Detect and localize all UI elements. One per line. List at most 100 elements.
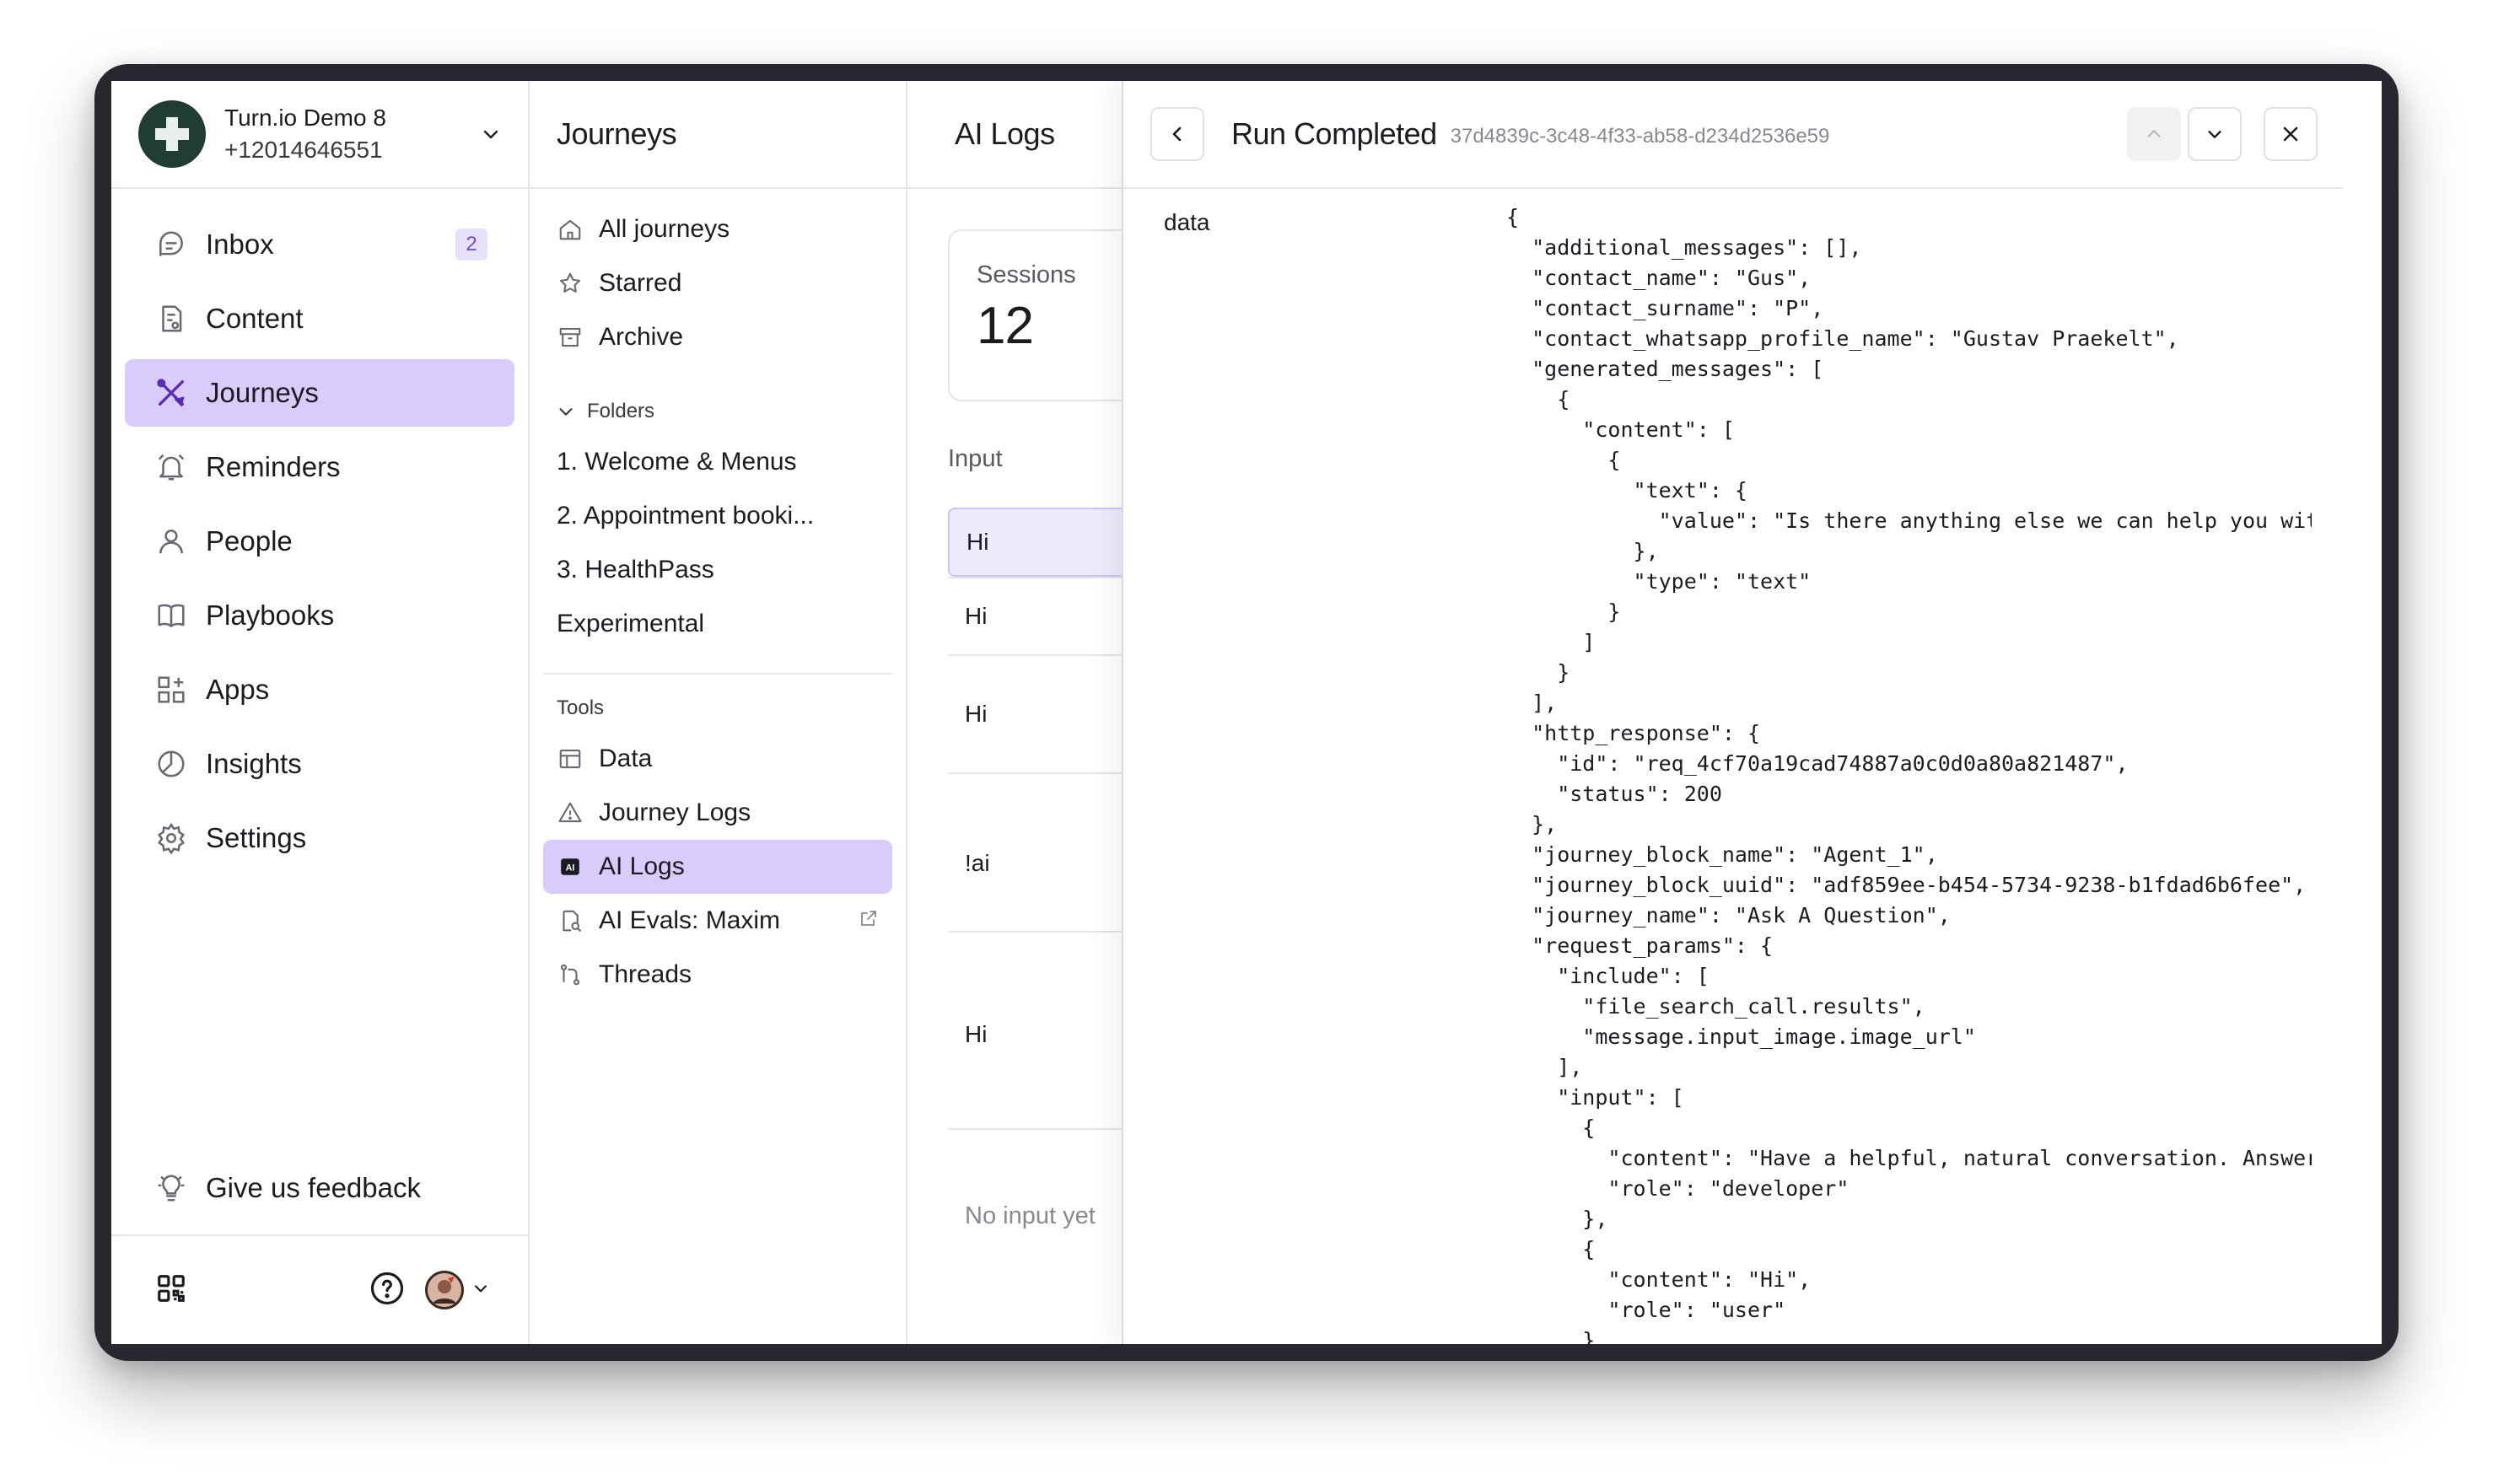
json-line: "include": [ <box>1506 964 1710 988</box>
nav-item-apps[interactable]: Apps <box>125 656 514 723</box>
gear-icon <box>153 820 189 856</box>
sidebar-footer <box>111 1234 528 1344</box>
qr-code-icon[interactable] <box>155 1272 187 1309</box>
json-line: "role": "user" <box>1506 1298 1786 1322</box>
journeys-icon <box>153 375 189 411</box>
chevron-down-icon <box>2208 131 2221 138</box>
table-row[interactable]: !ai <box>948 772 1122 931</box>
nav-label: Journeys <box>206 377 319 408</box>
json-line: "content": "Hi", <box>1506 1267 1812 1292</box>
folder-item[interactable]: Experimental <box>543 597 892 651</box>
chevron-down-icon[interactable] <box>474 117 508 151</box>
table-row[interactable]: Hi <box>948 654 1122 772</box>
starred-link[interactable]: Starred <box>543 256 892 310</box>
json-line: { <box>1506 205 1520 229</box>
json-line: "role": "developer" <box>1506 1176 1850 1201</box>
json-line: "journey_block_uuid": "adf859ee-b454-573… <box>1506 873 2307 897</box>
help-icon[interactable] <box>369 1271 405 1310</box>
json-line: "status": 200 <box>1506 782 1722 806</box>
nav-item-journeys[interactable]: Journeys <box>125 359 514 427</box>
lightbulb-icon <box>153 1170 189 1206</box>
nav-item-people[interactable]: People <box>125 508 514 575</box>
json-line: { <box>1506 1116 1596 1140</box>
folder-label: 3. HealthPass <box>557 556 714 583</box>
previous-run-button[interactable] <box>2127 107 2181 161</box>
json-line: } <box>1506 600 1621 624</box>
archive-link[interactable]: Archive <box>543 310 892 364</box>
next-run-button[interactable] <box>2188 107 2242 161</box>
feedback-label: Give us feedback <box>206 1172 421 1203</box>
run-id: 37d4839c-3c48-4f33-ab58-d234d2536e59 <box>1450 125 1830 148</box>
nav-item-insights[interactable]: Insights <box>125 730 514 798</box>
user-avatar[interactable] <box>425 1271 464 1309</box>
json-viewer[interactable]: { "additional_messages": [], "contact_na… <box>1506 202 2312 1344</box>
run-title: Run Completed <box>1231 116 1437 151</box>
chevron-left-icon <box>1172 126 1182 142</box>
json-line: "file_search_call.results", <box>1506 994 1925 1019</box>
json-line: } <box>1506 660 1570 685</box>
folder-label: Experimental <box>557 610 705 637</box>
nav-item-settings[interactable]: Settings <box>125 804 514 872</box>
give-feedback-button[interactable]: Give us feedback <box>125 1157 514 1219</box>
json-line: } <box>1506 1328 1596 1344</box>
chevron-down-icon[interactable] <box>472 1280 489 1301</box>
archive-icon <box>557 324 584 351</box>
apps-icon <box>153 672 189 707</box>
table-row[interactable]: Hi <box>948 577 1122 654</box>
json-line: "id": "req_4cf70a19cad74887a0c0d0a80a821… <box>1506 751 2129 776</box>
row-input: !ai <box>965 850 990 876</box>
journeys-title: Journeys <box>530 81 906 189</box>
input-column-header: Input <box>948 445 1003 472</box>
nav-label: Content <box>206 303 304 334</box>
nav-item-playbooks[interactable]: Playbooks <box>125 582 514 649</box>
tool-threads[interactable]: Threads <box>543 948 892 1002</box>
row-input: Hi <box>965 701 988 727</box>
table-divider <box>948 1128 1122 1130</box>
home-icon <box>557 216 584 243</box>
folders-toggle[interactable]: Folders <box>543 388 892 435</box>
main-nav: Inbox 2 Content Journeys Reminders Peopl… <box>111 189 528 872</box>
document-search-icon <box>557 907 584 934</box>
tools-label: Tools <box>557 696 605 719</box>
folder-item[interactable]: 1. Welcome & Menus <box>543 435 892 489</box>
content-icon <box>153 301 189 336</box>
tool-data[interactable]: Data <box>543 732 892 786</box>
tool-ai-logs[interactable]: AI AI Logs <box>543 840 892 894</box>
star-icon <box>557 270 584 297</box>
nav-item-content[interactable]: Content <box>125 285 514 352</box>
back-button[interactable] <box>1150 107 1204 161</box>
bell-icon <box>153 449 189 485</box>
workspace-switcher[interactable]: Turn.io Demo 8 +12014646551 <box>111 81 528 189</box>
insights-icon <box>153 746 189 782</box>
json-line: "message.input_image.image_url" <box>1506 1024 1976 1049</box>
all-journeys-link[interactable]: All journeys <box>543 202 892 256</box>
json-line: { <box>1506 1237 1596 1261</box>
nav-item-inbox[interactable]: Inbox 2 <box>125 211 514 278</box>
detail-header: Run Completed 37d4839c-3c48-4f33-ab58-d2… <box>1123 81 2343 189</box>
nav-label: Reminders <box>206 451 341 482</box>
folder-item[interactable]: 2. Appointment booki... <box>543 489 892 543</box>
tool-journey-logs[interactable]: Journey Logs <box>543 786 892 840</box>
table-row[interactable]: Hi <box>948 508 1122 577</box>
json-line: }, <box>1506 812 1558 836</box>
jitem-label: Archive <box>599 323 684 351</box>
close-button[interactable] <box>2264 107 2318 161</box>
json-line: "journey_block_name": "Agent_1", <box>1506 842 1938 867</box>
ai-logs-title: AI Logs <box>907 81 1122 189</box>
folder-item[interactable]: 3. HealthPass <box>543 543 892 597</box>
warning-icon <box>557 799 584 826</box>
run-detail-panel: Run Completed 37d4839c-3c48-4f33-ab58-d2… <box>1122 81 2382 1344</box>
json-line: { <box>1506 387 1570 411</box>
inbox-icon <box>153 227 189 262</box>
chevron-up-icon <box>2147 130 2161 137</box>
inbox-count-badge: 2 <box>455 229 487 261</box>
json-line: "value": "Is there anything else we can … <box>1506 508 2312 533</box>
external-link-icon <box>859 906 879 935</box>
nav-label: Inbox <box>206 229 274 260</box>
json-line: "content": [ <box>1506 417 1735 442</box>
nav-item-reminders[interactable]: Reminders <box>125 433 514 501</box>
person-icon <box>153 524 189 559</box>
ai-icon: AI <box>557 853 584 880</box>
tool-ai-evals[interactable]: AI Evals: Maxim <box>543 894 892 948</box>
table-row[interactable]: Hi <box>948 931 1122 1128</box>
